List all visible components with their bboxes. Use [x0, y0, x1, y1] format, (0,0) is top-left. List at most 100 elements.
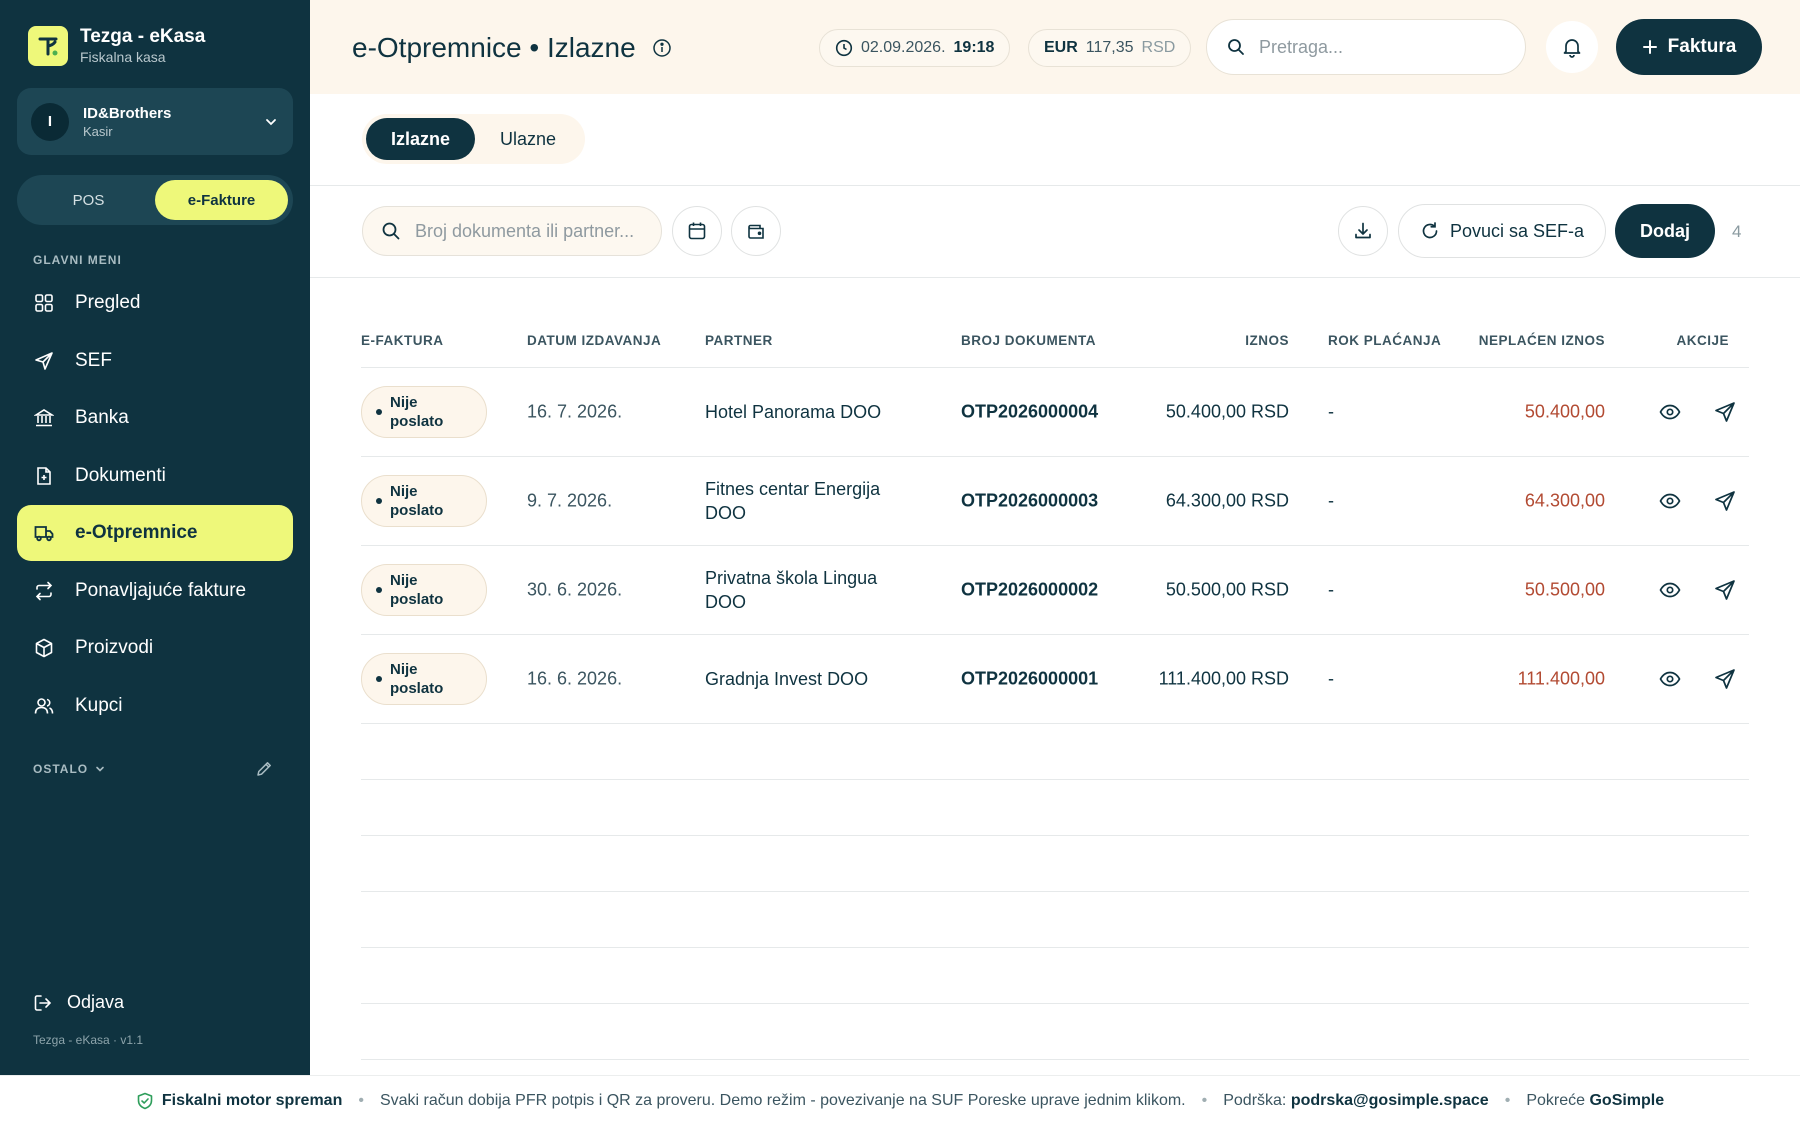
current-date: 02.09.2026.: [861, 39, 946, 56]
payment-due: -: [1328, 668, 1334, 689]
footer-message: Svaki račun dobija PFR potpis i QR za pr…: [379, 1091, 1186, 1109]
box-icon: [33, 637, 55, 659]
chevron-down-icon: [94, 763, 106, 775]
separator-dot: •: [1504, 1091, 1511, 1109]
column-header-partner[interactable]: PARTNER: [705, 333, 773, 348]
mode-pos-button[interactable]: POS: [22, 180, 155, 220]
rate-currency: EUR: [1044, 39, 1078, 56]
wallet-filter-button[interactable]: [731, 206, 781, 256]
column-header-amount[interactable]: IZNOS: [1245, 333, 1289, 348]
info-icon[interactable]: [652, 38, 672, 58]
truck-icon: [33, 522, 55, 544]
partner-name: Hotel Panorama DOO: [705, 402, 882, 422]
partner-name: Gradnja Invest DOO: [705, 669, 869, 689]
global-search-input[interactable]: [1259, 36, 1499, 58]
account-switcher[interactable]: I ID&Brothers Kasir: [17, 88, 293, 155]
shield-check-icon: [136, 1092, 154, 1110]
powered-label: Pokreće: [1526, 1091, 1586, 1109]
status-badge: Nije poslato: [361, 475, 487, 527]
view-icon[interactable]: [1659, 579, 1681, 601]
amount: 111.400,00 RSD: [1158, 668, 1289, 689]
table-row[interactable]: Nije poslato 16. 6. 2026. Gradnja Invest…: [361, 635, 1749, 724]
date-filter-button[interactable]: [672, 206, 722, 256]
unpaid-amount: 64.300,00: [1524, 490, 1605, 511]
table-row[interactable]: Nije poslato 30. 6. 2026. Privatna škola…: [361, 546, 1749, 635]
brand-subtitle: Fiskalna kasa: [80, 49, 166, 65]
sidebar-item-pregled[interactable]: Pregled: [17, 275, 293, 331]
document-number: OTP2026000003: [961, 490, 1099, 511]
main-menu-label: GLAVNI MENI: [33, 253, 122, 267]
rate-value: 117,35: [1085, 39, 1134, 56]
status-badge: Nije poslato: [361, 653, 487, 705]
toolbar: Povuci sa SEF-a Dodaj 4: [310, 186, 1800, 278]
brand[interactable]: Tezga - eKasa Fiskalna kasa: [28, 26, 205, 66]
status-footer: Fiskalni motor spreman • Svaki račun dob…: [0, 1075, 1800, 1125]
refresh-icon: [1420, 221, 1440, 241]
empty-row: [361, 724, 1749, 780]
unpaid-amount: 50.400,00: [1524, 401, 1605, 422]
unpaid-amount: 111.400,00: [1517, 668, 1605, 689]
download-button[interactable]: [1338, 206, 1388, 256]
logout-button[interactable]: Odjava: [33, 992, 124, 1013]
other-toggle[interactable]: OSTALO: [33, 762, 106, 776]
view-icon[interactable]: [1659, 401, 1681, 423]
issue-date: 9. 7. 2026.: [527, 490, 613, 511]
powered-by-link[interactable]: GoSimple: [1589, 1092, 1664, 1110]
plus-icon: [1642, 39, 1658, 55]
record-count: 4: [1732, 222, 1742, 241]
send-icon[interactable]: [1714, 668, 1736, 690]
issue-date: 30. 6. 2026.: [527, 579, 623, 600]
logout-label: Odjava: [67, 992, 125, 1012]
sidebar-item-ponavljajuce-fakture[interactable]: Ponavljajuće fakture: [17, 563, 293, 619]
tab-ulazne[interactable]: Ulazne: [475, 118, 581, 160]
sidebar-item-e-otpremnice[interactable]: e-Otpremnice: [17, 505, 293, 561]
account-role: Kasir: [83, 123, 113, 139]
sidebar-item-dokumenti[interactable]: Dokumenti: [17, 448, 293, 504]
mode-efakture-button[interactable]: e-Fakture: [155, 180, 288, 220]
amount: 50.400,00 RSD: [1165, 401, 1289, 422]
send-icon[interactable]: [1714, 401, 1736, 423]
payment-due: -: [1328, 401, 1334, 422]
table-header: E-FAKTURA DATUM IZDAVANJA PARTNER BROJ D…: [361, 312, 1749, 368]
chevron-down-icon: [263, 114, 279, 130]
table-row[interactable]: Nije poslato 16. 7. 2026. Hotel Panorama…: [361, 368, 1749, 457]
empty-row: [361, 948, 1749, 1004]
notifications-button[interactable]: [1546, 21, 1598, 73]
sidebar-item-banka[interactable]: Banka: [17, 390, 293, 446]
sidebar-item-label: Kupci: [75, 694, 123, 716]
other-section: OSTALO: [33, 760, 273, 778]
new-invoice-label: Faktura: [1667, 36, 1737, 57]
bank-icon: [33, 407, 55, 429]
column-header-efaktura[interactable]: E-FAKTURA: [361, 333, 444, 348]
sidebar-item-proizvodi[interactable]: Proizvodi: [17, 620, 293, 676]
tab-izlazne[interactable]: Izlazne: [366, 118, 476, 160]
column-header-document[interactable]: BROJ DOKUMENTA: [961, 333, 1096, 348]
document-number: OTP2026000002: [961, 579, 1099, 600]
payment-due: -: [1328, 579, 1334, 600]
edit-pencil-icon[interactable]: [255, 760, 273, 778]
table-row[interactable]: Nije poslato 9. 7. 2026. Fitnes centar E…: [361, 457, 1749, 546]
sidebar-item-kupci[interactable]: Kupci: [17, 678, 293, 734]
sidebar-item-sef[interactable]: SEF: [17, 333, 293, 389]
view-icon[interactable]: [1659, 668, 1681, 690]
delivery-notes-table: E-FAKTURA DATUM IZDAVANJA PARTNER BROJ D…: [361, 312, 1749, 1060]
tabs-row: Izlazne Ulazne: [310, 94, 1800, 186]
new-invoice-button[interactable]: Faktura: [1616, 19, 1762, 75]
amount: 50.500,00 RSD: [1165, 579, 1289, 600]
rate-unit: RSD: [1141, 39, 1176, 56]
document-number: OTP2026000001: [961, 668, 1099, 689]
column-header-unpaid[interactable]: NEPLAĆEN IZNOS: [1479, 333, 1605, 348]
column-header-date[interactable]: DATUM IZDAVANJA: [527, 333, 661, 348]
sidebar-item-label: Dokumenti: [75, 464, 166, 486]
add-button[interactable]: Dodaj: [1615, 204, 1715, 258]
support-email-link[interactable]: podrska@gosimple.space: [1291, 1092, 1489, 1110]
empty-row: [361, 892, 1749, 948]
send-icon: [33, 350, 55, 372]
column-header-due[interactable]: ROK PLAĆANJA: [1328, 333, 1441, 348]
clock-icon: [835, 39, 853, 57]
pull-from-sef-button[interactable]: Povuci sa SEF-a: [1398, 204, 1606, 258]
send-icon[interactable]: [1714, 579, 1736, 601]
view-icon[interactable]: [1659, 490, 1681, 512]
send-icon[interactable]: [1714, 490, 1736, 512]
document-search-input[interactable]: [415, 220, 655, 242]
